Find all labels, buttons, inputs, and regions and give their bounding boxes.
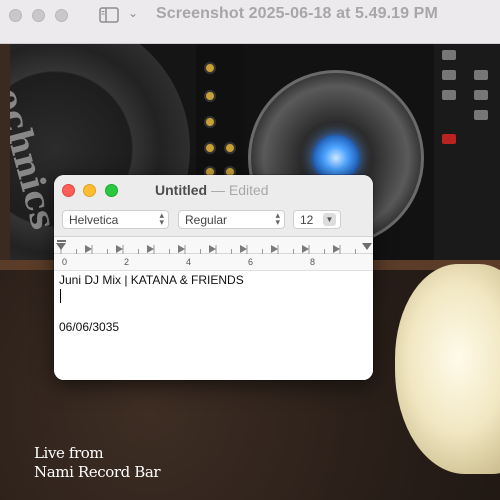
ruler-label: 2	[124, 257, 130, 267]
sidebar-toggle-icon[interactable]	[99, 7, 119, 23]
minimize-button[interactable]	[32, 9, 45, 22]
font-style-value: Regular	[185, 213, 228, 227]
window-title: Screenshot 2025-06-18 at 5.49.19 PM	[156, 5, 438, 22]
cdj-button	[474, 90, 488, 100]
document-title: Untitled — Edited	[155, 182, 269, 198]
ruler-ticks	[54, 240, 373, 254]
tab-stop-marker	[178, 245, 185, 253]
tab-stop-marker	[271, 245, 278, 253]
title-separator: —	[211, 182, 225, 198]
cdj-button	[442, 50, 456, 60]
tab-stop-marker	[209, 245, 216, 253]
document-text-area[interactable]: Juni DJ Mix | KATANA & FRIENDS 06/06/303…	[54, 271, 373, 380]
ruler-label: 0	[62, 257, 68, 267]
cdj-button	[474, 110, 488, 120]
mixer-knob	[204, 116, 216, 128]
caption-line: Nami Record Bar	[34, 463, 161, 481]
mixer-knob	[204, 142, 216, 154]
minimize-button[interactable]	[83, 184, 96, 197]
tab-stop-marker	[147, 245, 154, 253]
caption-line: Live from	[34, 444, 104, 462]
format-toolbar: Helvetica ▴ ▾ Regular ▴ ▾ 12 ▼	[54, 205, 373, 237]
ruler-label: 4	[186, 257, 192, 267]
font-size-combo[interactable]: 12 ▼	[293, 210, 341, 229]
left-indent-marker	[56, 243, 66, 250]
tab-stop-marker	[333, 245, 340, 253]
cdj-button-panel	[434, 44, 500, 260]
mixer-knob	[224, 142, 236, 154]
cdj-button	[442, 90, 456, 100]
right-indent-marker	[362, 243, 372, 250]
font-family-value: Helvetica	[69, 213, 119, 227]
cdj-button	[442, 70, 456, 80]
zoom-button[interactable]	[105, 184, 118, 197]
edited-status: Edited	[228, 182, 269, 198]
ruler-label: 8	[310, 257, 316, 267]
tab-stop-marker	[85, 245, 92, 253]
chevron-down-icon[interactable]: ⌄	[128, 6, 138, 20]
tab-stop-marker	[240, 245, 247, 253]
textedit-window: Untitled — Edited Helvetica ▴ ▾ Regular ▴…	[54, 175, 373, 380]
wood-edge	[0, 44, 10, 264]
close-button[interactable]	[62, 184, 75, 197]
ruler-label: 6	[248, 257, 254, 267]
chevron-down-icon[interactable]: ▼	[323, 213, 336, 226]
mixer-knob	[204, 62, 216, 74]
updown-arrows-icon: ▴ ▾	[159, 210, 164, 227]
photo-caption: Live from Nami Record Bar	[34, 444, 161, 482]
white-flower	[395, 264, 500, 474]
cdj-button	[474, 70, 488, 80]
preview-titlebar: ⌄ Screenshot 2025-06-18 at 5.49.19 PM	[0, 0, 500, 44]
first-line-indent-marker	[57, 240, 66, 242]
cdj-button	[442, 134, 456, 144]
close-button[interactable]	[9, 9, 22, 22]
text-cursor	[60, 289, 61, 303]
textedit-titlebar[interactable]: Untitled — Edited	[54, 175, 373, 205]
font-size-value: 12	[300, 213, 314, 227]
mixer-knob	[204, 90, 216, 102]
tab-stop-marker	[302, 245, 309, 253]
updown-arrows-icon: ▴ ▾	[275, 210, 280, 227]
document-line: 06/06/3035	[59, 320, 120, 334]
zoom-button[interactable]	[55, 9, 68, 22]
tab-stop-marker	[116, 245, 123, 253]
font-family-select[interactable]: Helvetica ▴ ▾	[62, 210, 169, 229]
document-name: Untitled	[155, 182, 208, 198]
font-style-select[interactable]: Regular ▴ ▾	[178, 210, 285, 229]
document-line: Juni DJ Mix | KATANA & FRIENDS	[59, 273, 244, 287]
ruler[interactable]: 0 2 4 6 8	[54, 237, 373, 271]
